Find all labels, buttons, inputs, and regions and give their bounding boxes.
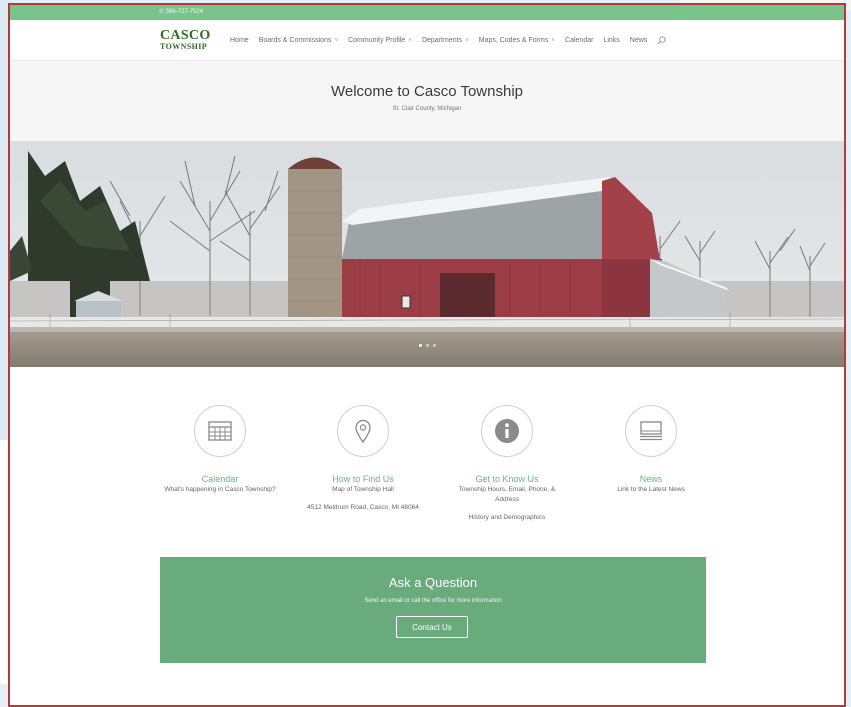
- feature-title[interactable]: How to Find Us: [303, 474, 423, 484]
- feature-get-to-know-us[interactable]: Get to Know Us Township Hours, Email, Ph…: [447, 405, 567, 523]
- site-header: CASCO TOWNSHIP Home Boards & Commissions…: [10, 20, 844, 61]
- search-icon[interactable]: [657, 35, 666, 45]
- site-logo[interactable]: CASCO TOWNSHIP: [160, 29, 224, 53]
- newspaper-icon[interactable]: [625, 405, 677, 457]
- logo-line-1: CASCO: [160, 28, 211, 43]
- nav-item-label: Links: [603, 36, 620, 44]
- nav-item-maps-codes-forms[interactable]: Maps, Codes & Forms ∨: [479, 37, 555, 44]
- nav-item-label: Maps, Codes & Forms: [478, 36, 549, 44]
- nav-item-departments[interactable]: Departments ∨: [422, 37, 469, 44]
- hero-image-barn: [10, 141, 844, 367]
- feature-news[interactable]: News Link to the Latest News: [591, 405, 711, 495]
- nav-item-calendar[interactable]: Calendar: [565, 37, 593, 44]
- feature-description: Map of Township Hall: [332, 486, 394, 493]
- feature-description: Township Hours, Email, Phone, & Address: [458, 486, 556, 503]
- feature-calendar[interactable]: Calendar What's happening in Casco Towns…: [160, 405, 280, 495]
- slider-pagination: [10, 344, 844, 347]
- feature-blurbs: Calendar What's happening in Casco Towns…: [160, 405, 710, 555]
- phone-number[interactable]: ✆ 586-727-7524: [159, 5, 203, 20]
- feature-title[interactable]: Calendar: [160, 474, 280, 484]
- contact-us-button[interactable]: Contact Us: [396, 616, 468, 638]
- browser-frame: ✆ 586-727-7524 CASCO TOWNSHIP Home Board…: [8, 3, 846, 707]
- hero-slider[interactable]: [10, 141, 844, 367]
- nav-item-label: News: [629, 36, 648, 44]
- feature-how-to-find-us[interactable]: How to Find Us Map of Township Hall 4512…: [303, 405, 423, 513]
- nav-item-boards-commissions[interactable]: Boards & Commissions ∨: [259, 37, 338, 44]
- feature-title[interactable]: Get to Know Us: [447, 474, 567, 484]
- phone-text: 586-727-7524: [165, 9, 204, 15]
- logo-line-2: TOWNSHIP: [160, 42, 208, 51]
- map-pin-icon[interactable]: [337, 405, 389, 457]
- nav-item-community-profile[interactable]: Community Profile ∨: [348, 37, 412, 44]
- nav-item-label: Community Profile: [348, 36, 406, 44]
- welcome-banner: Welcome to Casco Township St. Clair Coun…: [10, 61, 844, 142]
- cta-subtitle: Send an email or call the office for mor…: [364, 598, 502, 604]
- nav-item-news[interactable]: News: [630, 37, 648, 44]
- chevron-down-icon: ∨: [465, 37, 469, 43]
- nav-item-label: Home: [230, 36, 249, 44]
- chevron-down-icon: ∨: [551, 37, 556, 43]
- nav-item-label: Departments: [421, 36, 463, 44]
- feature-history-link[interactable]: History and Demographics: [447, 513, 567, 523]
- slider-dot[interactable]: [425, 344, 429, 347]
- feature-address: 4512 Meldrum Road, Casco, MI 48064: [307, 504, 419, 511]
- main-nav: Home Boards & Commissions ∨ Community Pro…: [230, 20, 676, 60]
- nav-item-label: Boards & Commissions: [258, 36, 332, 44]
- ask-a-question-section: Ask a Question Send an email or call the…: [160, 557, 706, 663]
- nav-item-label: Calendar: [565, 36, 594, 44]
- top-bar: ✆ 586-727-7524: [10, 5, 844, 20]
- page-title: Welcome to Casco Township: [330, 83, 524, 100]
- feature-title[interactable]: News: [591, 474, 711, 484]
- cta-title: Ask a Question: [388, 575, 478, 590]
- feature-description: Link to the Latest News: [617, 486, 685, 493]
- calendar-icon[interactable]: [194, 405, 246, 457]
- nav-item-links[interactable]: Links: [603, 37, 619, 44]
- chevron-down-icon: ∨: [408, 37, 412, 43]
- slider-dot[interactable]: [432, 344, 436, 347]
- chevron-down-icon: ∨: [334, 37, 339, 43]
- feature-description: What's happening in Casco Township?: [164, 486, 276, 493]
- info-icon[interactable]: [481, 405, 533, 457]
- slider-dot[interactable]: [418, 344, 422, 347]
- page-subtitle: St. Clair County, Michigan: [392, 106, 462, 112]
- nav-item-home[interactable]: Home: [230, 37, 249, 44]
